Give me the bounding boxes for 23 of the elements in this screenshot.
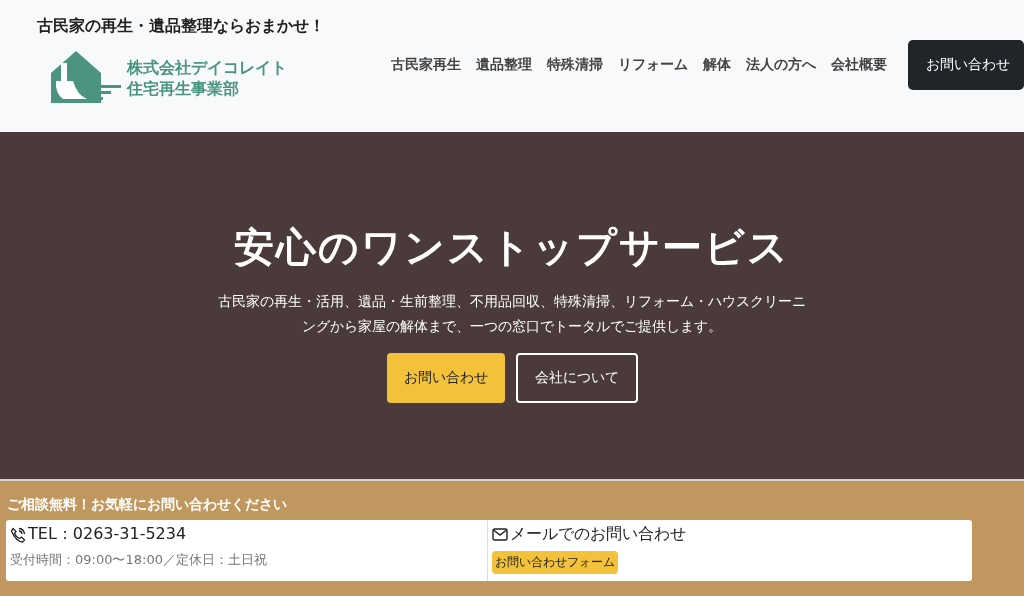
hero-lead: 古民家の再生・活用、遺品・生前整理、不用品回収、特殊清掃、リフォーム・ハウスクリーニングから家屋の解体まで、一つの窓口でトータルでご提供します。 — [217, 292, 807, 336]
phone-number: TEL：0263-31-5234 — [28, 524, 187, 545]
business-hours: 受付時間：09:00〜18:00／定休日：土日祝 — [10, 551, 268, 569]
mail-icon — [492, 528, 508, 541]
about-button[interactable]: 会社について — [515, 353, 638, 403]
nav-link[interactable]: 遺品整理 — [476, 56, 532, 74]
nav-link[interactable]: 解体 — [703, 56, 731, 74]
contact-heading: ご相談無料！お気軽にお問い合わせください — [7, 496, 288, 514]
nav-link[interactable]: 特殊清掃 — [547, 56, 603, 74]
nav-link[interactable]: 古民家再生 — [391, 56, 461, 74]
nav-link[interactable]: 会社概要 — [831, 56, 887, 74]
nav-link[interactable]: リフォーム — [618, 56, 688, 74]
contact-form-button[interactable]: お問い合わせフォーム — [492, 551, 618, 574]
hero-title: 安心のワンストップサービス — [234, 223, 790, 272]
company-name: 株式会社デイコレイト — [127, 57, 287, 78]
division-name: 住宅再生事業部 — [127, 78, 240, 99]
contact-button[interactable]: お問い合わせ — [908, 40, 1024, 90]
phone-icon — [10, 526, 26, 543]
mail-heading: メールでのお問い合わせ — [510, 524, 686, 545]
tagline: 古民家の再生・遺品整理ならおまかせ！ — [37, 16, 325, 37]
house-broom-logo-icon[interactable] — [49, 51, 121, 105]
contact-button[interactable]: お問い合わせ — [386, 353, 505, 403]
nav-link[interactable]: 法人の方へ — [746, 56, 816, 74]
